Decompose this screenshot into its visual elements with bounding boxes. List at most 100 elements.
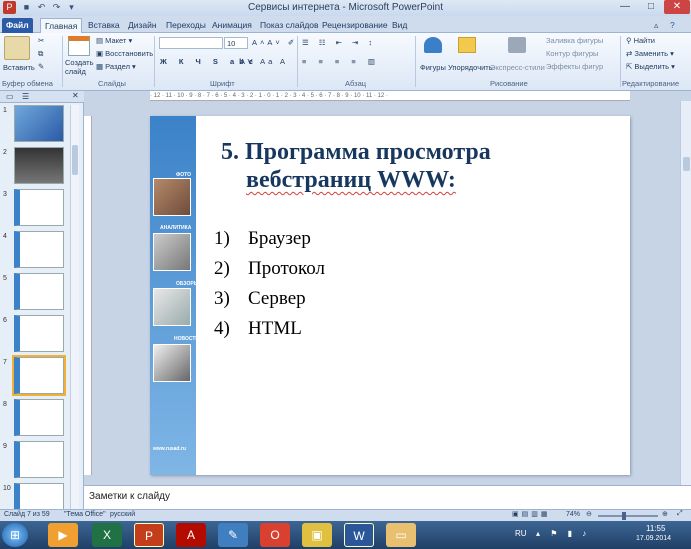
shapes-button[interactable]: Фигуры: [420, 63, 446, 72]
view-buttons[interactable]: ▣▤▥▦: [512, 510, 550, 518]
minimize-button[interactable]: —: [612, 0, 638, 14]
close-panel-icon[interactable]: ✕: [72, 91, 79, 100]
slide-thumbnail[interactable]: [14, 399, 64, 436]
slide-thumbnail[interactable]: [12, 355, 66, 396]
notes-pane[interactable]: Заметки к слайду: [84, 485, 691, 509]
tab-home[interactable]: Главная: [40, 18, 83, 33]
slide-thumbnail[interactable]: [14, 273, 64, 310]
strip-news-icon: [153, 344, 191, 382]
list-item: 4) HTML: [214, 314, 325, 344]
slide-thumbnail[interactable]: [14, 441, 64, 478]
tab-animations[interactable]: Анимация: [208, 18, 256, 33]
strip-analytics-icon: [153, 233, 191, 271]
list-item-number: 1): [214, 228, 230, 249]
help-icon[interactable]: ?: [666, 18, 679, 33]
clock-time[interactable]: 11:55: [646, 524, 665, 533]
slide-thumbnail[interactable]: [14, 315, 64, 352]
format-painter-icon[interactable]: ✎: [38, 62, 44, 71]
thumbnail-number: 4: [3, 233, 7, 240]
thumbnail-number: 1: [3, 107, 7, 114]
list-item-text: Протокол: [248, 258, 326, 279]
zoom-in-icon[interactable]: ⊕: [662, 510, 668, 518]
zoom-slider[interactable]: [598, 512, 658, 520]
font-grow-shrink-icons[interactable]: A˄A˅ ✐: [252, 38, 297, 47]
slides-tab-icon[interactable]: ▭: [6, 92, 14, 101]
list-item-number: 4): [214, 318, 230, 339]
taskbar-explorer-icon[interactable]: ▣: [302, 523, 332, 547]
taskbar-folder-icon[interactable]: ▭: [386, 523, 416, 547]
shapes-icon: [424, 37, 442, 53]
slide-title[interactable]: 5. Программа просмотра вебстраниц WWW:: [221, 138, 491, 194]
slide-scroll-thumb[interactable]: [683, 157, 690, 171]
find-button[interactable]: ⚲ Найти: [626, 36, 655, 45]
tab-insert[interactable]: Вставка: [84, 18, 124, 33]
taskbar-opera-icon[interactable]: O: [260, 523, 290, 547]
slide-thumbnail[interactable]: [14, 189, 64, 226]
scroll-thumb[interactable]: [72, 145, 78, 175]
select-button[interactable]: ⇱ Выделить ▾: [626, 62, 675, 71]
zoom-level[interactable]: 74%: [566, 511, 580, 518]
shape-effects-button[interactable]: Эффекты фигур: [546, 62, 603, 71]
outline-tab-icon[interactable]: ☰: [22, 92, 29, 101]
status-language[interactable]: русский: [110, 511, 135, 518]
status-slide-counter: Слайд 7 из 59: [4, 511, 50, 518]
quick-styles-button[interactable]: Экспресс-стили: [490, 63, 545, 72]
tab-design[interactable]: Дизайн: [124, 18, 161, 33]
section-button[interactable]: ▦ Раздел ▾: [96, 62, 136, 71]
list-buttons[interactable]: ☰ ☷ ⇤ ⇥ ↕: [302, 38, 376, 47]
fit-slide-icon[interactable]: ⤢: [677, 510, 683, 518]
font-size-combo[interactable]: 10: [224, 37, 248, 49]
new-slide-button[interactable]: Создать слайд: [65, 58, 94, 76]
tab-view[interactable]: Вид: [388, 18, 411, 33]
font-name-combo[interactable]: [159, 37, 223, 49]
cut-icon[interactable]: ✂: [38, 36, 44, 45]
tray-icons[interactable]: ▴ ⚑ ▮ ♪: [536, 529, 590, 538]
align-buttons[interactable]: ≡ ≡ ≡ ≡ ▥: [302, 57, 380, 66]
taskbar-excel-icon[interactable]: X: [92, 523, 122, 547]
arrange-button[interactable]: Упорядочить: [448, 63, 493, 72]
zoom-slider-thumb[interactable]: [622, 512, 626, 520]
taskbar-media-icon[interactable]: ▶: [48, 523, 78, 547]
tab-slideshow[interactable]: Показ слайдов: [256, 18, 323, 33]
tab-file[interactable]: Файл: [2, 18, 33, 33]
windows-taskbar: ⊞ ▶ X P A ✎ O ▣ W ▭ RU ▴ ⚑ ▮ ♪ 11:55 17.…: [0, 521, 691, 549]
status-theme[interactable]: "Тема Office": [64, 511, 106, 518]
close-button[interactable]: ✕: [664, 0, 690, 14]
maximize-button[interactable]: □: [638, 0, 664, 14]
taskbar-powerpoint-icon[interactable]: P: [134, 523, 164, 547]
tab-transitions[interactable]: Переходы: [162, 18, 210, 33]
taskbar-acrobat-icon[interactable]: A: [176, 523, 206, 547]
copy-icon[interactable]: ⧉: [38, 49, 43, 59]
layout-button[interactable]: ▤ Макет ▾: [96, 36, 132, 45]
reset-label: Восстановить: [105, 49, 154, 58]
group-drawing-label: Рисование: [490, 79, 528, 88]
tab-review[interactable]: Рецензирование: [318, 18, 392, 33]
thumbnails-scrollbar[interactable]: [70, 105, 79, 509]
taskbar-language[interactable]: RU: [515, 529, 527, 538]
slide-title-line-2: вебстраниц WWW:: [246, 167, 456, 193]
strip-label-4: НОВОСТИ: [174, 336, 200, 342]
taskbar-tool-icon[interactable]: ✎: [218, 523, 248, 547]
taskbar-word-icon[interactable]: W: [344, 523, 374, 547]
slide-canvas[interactable]: 5. Программа просмотра вебстраниц WWW: 1…: [150, 116, 630, 475]
thumbnail-number: 8: [3, 401, 7, 408]
font-spacing-icons[interactable]: AV Aa A: [240, 57, 288, 66]
slide-thumbnail[interactable]: [14, 147, 64, 184]
start-button[interactable]: ⊞: [2, 523, 28, 547]
slide-thumbnail[interactable]: [14, 231, 64, 268]
shape-fill-button[interactable]: Заливка фигуры: [546, 36, 603, 45]
zoom-out-icon[interactable]: ⊖: [586, 510, 592, 518]
shape-outline-button[interactable]: Контур фигуры: [546, 49, 598, 58]
slide-body-list[interactable]: 1) Браузер 2) Протокол 3) Сервер 4) HTML: [214, 224, 325, 344]
list-item: 2) Протокол: [214, 254, 325, 284]
vertical-ruler: [84, 116, 92, 475]
strip-url: www.rusad.ru: [153, 446, 186, 452]
thumbnail-number: 10: [3, 485, 11, 492]
replace-button[interactable]: ⇄ Заменить ▾: [626, 49, 674, 58]
clipboard-icon: [4, 36, 30, 60]
paste-button[interactable]: Вставить: [3, 63, 35, 72]
reset-button[interactable]: ▣ Восстановить: [96, 49, 153, 58]
minimize-ribbon-icon[interactable]: ▵: [650, 18, 662, 33]
slide-thumbnail[interactable]: [14, 105, 64, 142]
slide-scrollbar[interactable]: [680, 101, 691, 485]
